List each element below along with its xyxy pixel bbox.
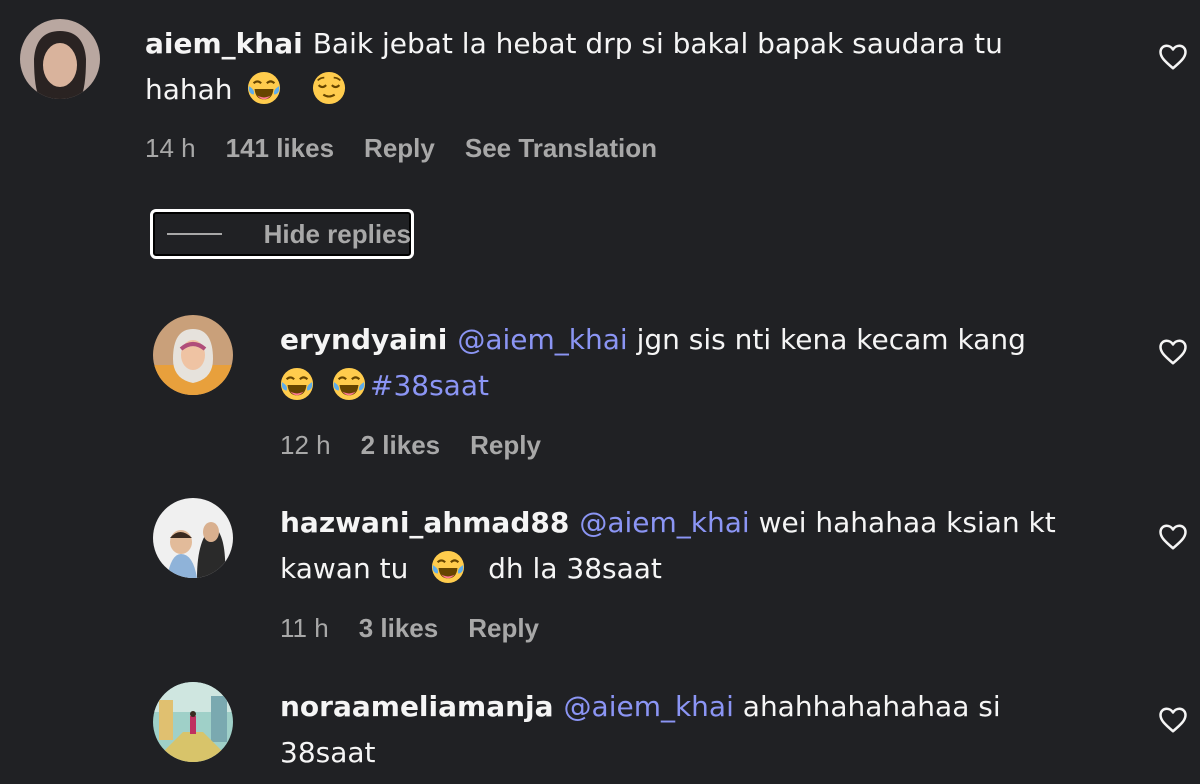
comment-body: Baik jebat la hebat drp si bakal bapak s… bbox=[312, 27, 1003, 60]
mention-link[interactable]: @aiem_khai bbox=[579, 506, 749, 539]
username[interactable]: aiem_khai bbox=[145, 27, 303, 60]
hide-replies-button[interactable]: Hide replies bbox=[150, 209, 414, 259]
mention-link[interactable]: @aiem_khai bbox=[457, 323, 627, 356]
comment-meta: 14 h 141 likes Reply See Translation bbox=[145, 133, 657, 164]
username[interactable]: hazwani_ahmad88 bbox=[280, 506, 569, 539]
laughing-emoji-icon bbox=[431, 550, 465, 584]
reply-text: eryndyaini @aiem_khai jgn sis nti kena ke… bbox=[280, 317, 1140, 409]
reply-body-3: dh la 38saat bbox=[488, 552, 662, 585]
relieved-emoji-icon bbox=[312, 71, 346, 105]
divider-line bbox=[167, 233, 222, 235]
see-translation-button[interactable]: See Translation bbox=[465, 133, 657, 164]
timestamp: 14 h bbox=[145, 133, 196, 163]
username[interactable]: eryndyaini bbox=[280, 323, 447, 356]
reply-meta: 11 h 3 likes Reply bbox=[280, 613, 539, 644]
likes-count[interactable]: 141 likes bbox=[226, 133, 334, 164]
avatar[interactable] bbox=[153, 682, 233, 762]
laughing-emoji-icon bbox=[247, 71, 281, 105]
like-heart-icon[interactable] bbox=[1158, 523, 1188, 551]
avatar[interactable] bbox=[20, 19, 100, 99]
reply-text: noraameliamanja @aiem_khai ahahhahahahaa … bbox=[280, 684, 1140, 776]
hide-replies-label: Hide replies bbox=[263, 218, 411, 249]
avatar[interactable] bbox=[153, 498, 233, 578]
laughing-emoji-icon bbox=[280, 367, 314, 401]
reply-body: jgn sis nti kena kecam kang bbox=[636, 323, 1026, 356]
likes-count[interactable]: 3 likes bbox=[359, 613, 439, 644]
reply-button[interactable]: Reply bbox=[468, 613, 539, 644]
reply-meta: 12 h 2 likes Reply bbox=[280, 430, 541, 461]
reply-body: ahahhahahahaa si bbox=[742, 690, 1001, 723]
comment-text: aiem_khai Baik jebat la hebat drp si baka… bbox=[145, 21, 1145, 113]
timestamp: 11 h bbox=[280, 613, 329, 643]
reply-button[interactable]: Reply bbox=[470, 430, 541, 461]
laughing-emoji-icon bbox=[332, 367, 366, 401]
like-heart-icon[interactable] bbox=[1158, 338, 1188, 366]
hashtag-link[interactable]: #38saat bbox=[370, 369, 489, 402]
timestamp: 12 h bbox=[280, 430, 331, 460]
reply-text: hazwani_ahmad88 @aiem_khai wei hahahaa ks… bbox=[280, 500, 1140, 592]
like-heart-icon[interactable] bbox=[1158, 706, 1188, 734]
avatar[interactable] bbox=[153, 315, 233, 395]
reply-body: wei hahahaa ksian kt bbox=[758, 506, 1056, 539]
like-heart-icon[interactable] bbox=[1158, 43, 1188, 71]
comment-body-2: hahah bbox=[145, 73, 233, 106]
mention-link[interactable]: @aiem_khai bbox=[564, 690, 734, 723]
username[interactable]: noraameliamanja bbox=[280, 690, 554, 723]
reply-button[interactable]: Reply bbox=[364, 133, 435, 164]
reply-body-2: kawan tu bbox=[280, 552, 409, 585]
reply-body-2: 38saat bbox=[280, 736, 376, 769]
likes-count[interactable]: 2 likes bbox=[361, 430, 441, 461]
